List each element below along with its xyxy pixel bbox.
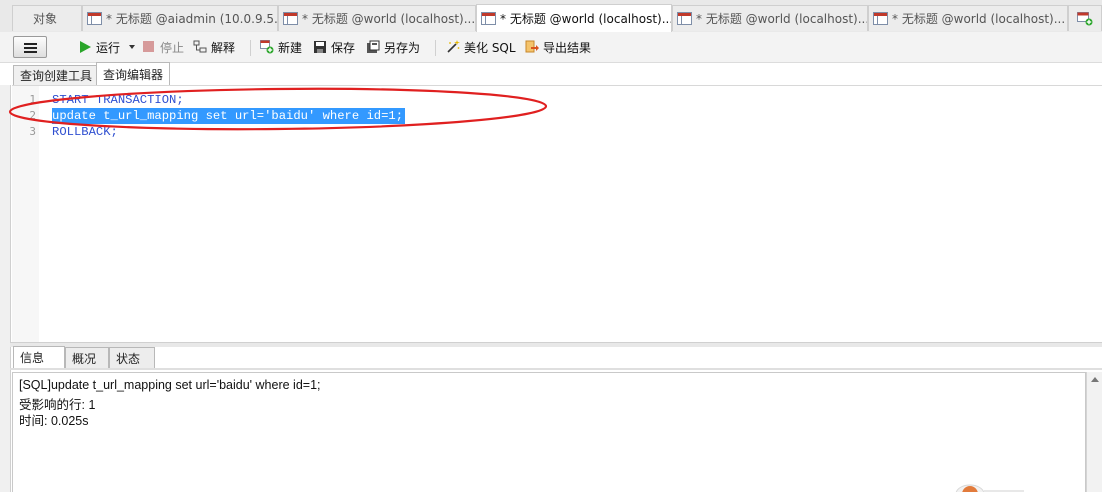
bottom-tab-underline	[10, 368, 1102, 370]
tab-label: 查询编辑器	[103, 67, 164, 82]
new-query-tab-button[interactable]	[1068, 5, 1102, 31]
left-pane-strip	[0, 85, 11, 492]
query-table-icon	[283, 12, 298, 25]
tab-label: * 无标题 @world (localhost)...	[696, 12, 868, 26]
tab-query-builder[interactable]: 查询创建工具	[13, 65, 100, 85]
toolbar-separator	[250, 40, 251, 56]
save-button[interactable]: 保存	[313, 38, 355, 56]
tab-objects[interactable]: 对象	[12, 5, 82, 31]
stop-button[interactable]: 停止	[142, 38, 184, 56]
query-table-icon	[873, 12, 888, 25]
tab-label: * 无标题 @aiadmin (10.0.9.5...	[106, 12, 278, 26]
pane-splitter[interactable]	[10, 342, 1102, 347]
tab-query-editor[interactable]: 查询编辑器	[96, 62, 171, 85]
dropdown-arrow-icon[interactable]	[128, 44, 136, 50]
stop-label: 停止	[160, 40, 185, 55]
query-toolbar: 运行 停止 解释 新建 保存 另存为 美化 SQL 导出结果	[0, 32, 1102, 63]
run-label: 运行	[96, 40, 121, 55]
tab-query-world-4[interactable]: * 无标题 @world (localhost)...	[868, 5, 1068, 31]
save-as-label: 另存为	[384, 40, 421, 55]
tab-label: * 无标题 @world (localhost)...	[302, 12, 476, 26]
menu-button[interactable]	[13, 36, 47, 58]
hamburger-icon	[24, 47, 37, 49]
explain-button[interactable]: 解释	[193, 38, 235, 56]
output-line: 时间: 0.025s	[19, 414, 89, 428]
hamburger-icon	[24, 43, 37, 45]
output-line: [SQL]update t_url_mapping set url='baidu…	[19, 378, 321, 392]
new-query-icon	[260, 40, 274, 54]
tab-overview[interactable]: 概况	[65, 347, 109, 368]
tab-query-world-3[interactable]: * 无标题 @world (localhost)...	[672, 5, 868, 31]
tab-label: 概况	[72, 351, 97, 366]
save-as-icon	[367, 40, 380, 53]
scroll-up-arrow-icon[interactable]	[1091, 377, 1099, 382]
explain-icon	[193, 40, 207, 53]
beautify-sql-label: 美化 SQL	[464, 40, 516, 55]
tab-query-world-active[interactable]: * 无标题 @world (localhost)...	[476, 4, 672, 32]
export-icon	[525, 40, 539, 53]
hamburger-icon	[24, 51, 37, 53]
query-table-icon	[677, 12, 692, 25]
tab-label: * 无标题 @world (localhost)...	[500, 12, 672, 26]
new-label: 新建	[278, 40, 303, 55]
output-scrollbar[interactable]	[1086, 372, 1102, 492]
query-table-icon	[481, 12, 496, 25]
red-annotation-ellipse	[8, 87, 548, 131]
new-query-tab-icon	[1077, 11, 1093, 25]
new-button[interactable]: 新建	[260, 38, 302, 56]
tab-status[interactable]: 状态	[109, 347, 155, 368]
stop-icon	[143, 41, 154, 52]
tab-label: 查询创建工具	[20, 69, 93, 83]
floating-badge-icon	[955, 484, 1024, 492]
play-icon	[80, 41, 91, 53]
toolbar-separator	[435, 40, 436, 56]
tab-query-aiadmin[interactable]: * 无标题 @aiadmin (10.0.9.5...	[82, 5, 278, 31]
tab-info[interactable]: 信息	[13, 346, 65, 368]
message-output: [SQL]update t_url_mapping set url='baidu…	[12, 372, 1086, 492]
tab-label: * 无标题 @world (localhost)...	[892, 12, 1066, 26]
run-button[interactable]: 运行	[78, 38, 136, 56]
export-result-label: 导出结果	[543, 40, 592, 55]
save-as-button[interactable]: 另存为	[366, 38, 420, 56]
query-table-icon	[87, 12, 102, 25]
save-label: 保存	[331, 40, 356, 55]
tab-label: 信息	[20, 351, 45, 365]
tab-label: 对象	[33, 12, 58, 26]
save-icon	[314, 41, 326, 53]
document-tab-bar: 对象 * 无标题 @aiadmin (10.0.9.5... * 无标题 @wo…	[0, 0, 1102, 33]
explain-label: 解释	[211, 40, 236, 55]
export-result-button[interactable]: 导出结果	[525, 38, 591, 56]
tab-query-world-1[interactable]: * 无标题 @world (localhost)...	[278, 5, 476, 31]
magic-wand-icon	[447, 40, 460, 53]
beautify-sql-button[interactable]: 美化 SQL	[446, 38, 516, 56]
tab-label: 状态	[116, 351, 141, 366]
